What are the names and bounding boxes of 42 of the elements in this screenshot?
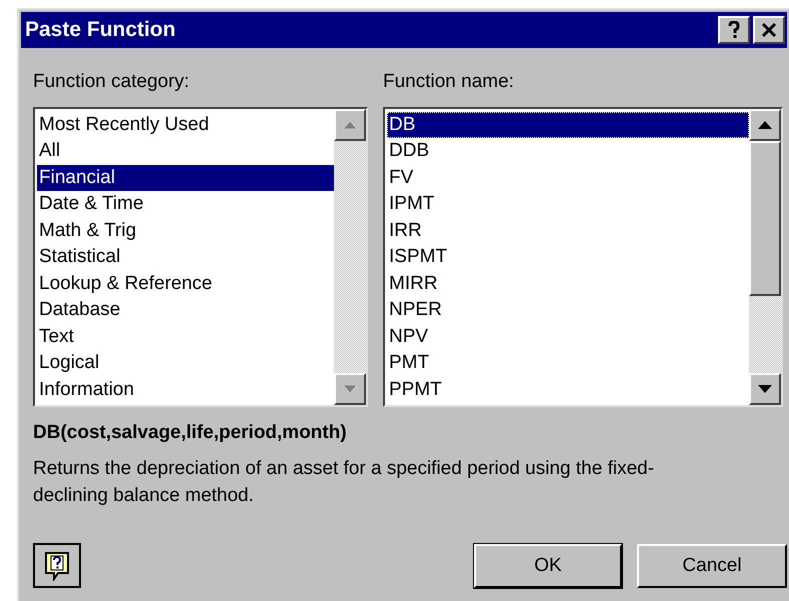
list-item[interactable]: All <box>37 138 334 164</box>
list-item[interactable]: Lookup & Reference <box>37 270 334 297</box>
list-item[interactable]: MIRR <box>387 270 749 297</box>
list-item[interactable]: PPMT <box>387 376 749 403</box>
list-item[interactable]: Most Recently Used <box>37 112 334 138</box>
up-arrow-icon <box>343 120 357 128</box>
list-label: Function name: <box>383 70 515 94</box>
window-title: Paste Function <box>25 17 177 44</box>
list-item[interactable]: DDB <box>387 138 749 164</box>
scroll-up-button[interactable] <box>749 108 781 140</box>
list-item[interactable]: NPV <box>387 324 749 350</box>
close-button[interactable] <box>753 16 785 44</box>
function-signature: DB(cost,salvage,life,period,month) <box>32 420 348 444</box>
list-item[interactable]: IRR <box>387 218 749 244</box>
scrollbar[interactable] <box>749 108 781 404</box>
ok-button[interactable]: OK <box>474 544 622 588</box>
list-item[interactable]: DB <box>387 112 749 138</box>
close-icon <box>761 22 777 38</box>
list-item[interactable]: Financial <box>37 164 334 191</box>
list-item[interactable]: Math & Trig <box>37 218 334 244</box>
help-balloon-icon <box>44 550 70 580</box>
down-arrow-icon <box>343 384 357 392</box>
list-item[interactable]: PMT <box>387 350 749 376</box>
up-arrow-icon <box>758 120 772 128</box>
cancel-button[interactable]: Cancel <box>637 544 787 588</box>
list-item[interactable]: Information <box>37 376 334 403</box>
list-item[interactable]: FV <box>387 164 749 191</box>
scroll-down-button[interactable] <box>749 372 781 404</box>
list-item[interactable]: Text <box>37 324 334 350</box>
scroll-thumb[interactable] <box>749 140 781 296</box>
list-item[interactable]: ISPMT <box>387 244 749 270</box>
list-item[interactable]: NPER <box>387 297 749 324</box>
list-item[interactable]: Date & Time <box>37 191 334 218</box>
list-label: Function category: <box>33 70 190 94</box>
list-item[interactable]: Logical <box>37 350 334 376</box>
help-icon <box>728 21 740 39</box>
help-button[interactable] <box>33 543 81 588</box>
list-item[interactable]: Database <box>37 297 334 324</box>
list-item[interactable]: Statistical <box>37 244 334 270</box>
list-item[interactable]: IPMT <box>387 191 749 218</box>
down-arrow-icon <box>758 384 772 392</box>
function-description: Returns the depreciation of an asset for a specified period using the fixed-declining balance method. <box>32 457 656 508</box>
